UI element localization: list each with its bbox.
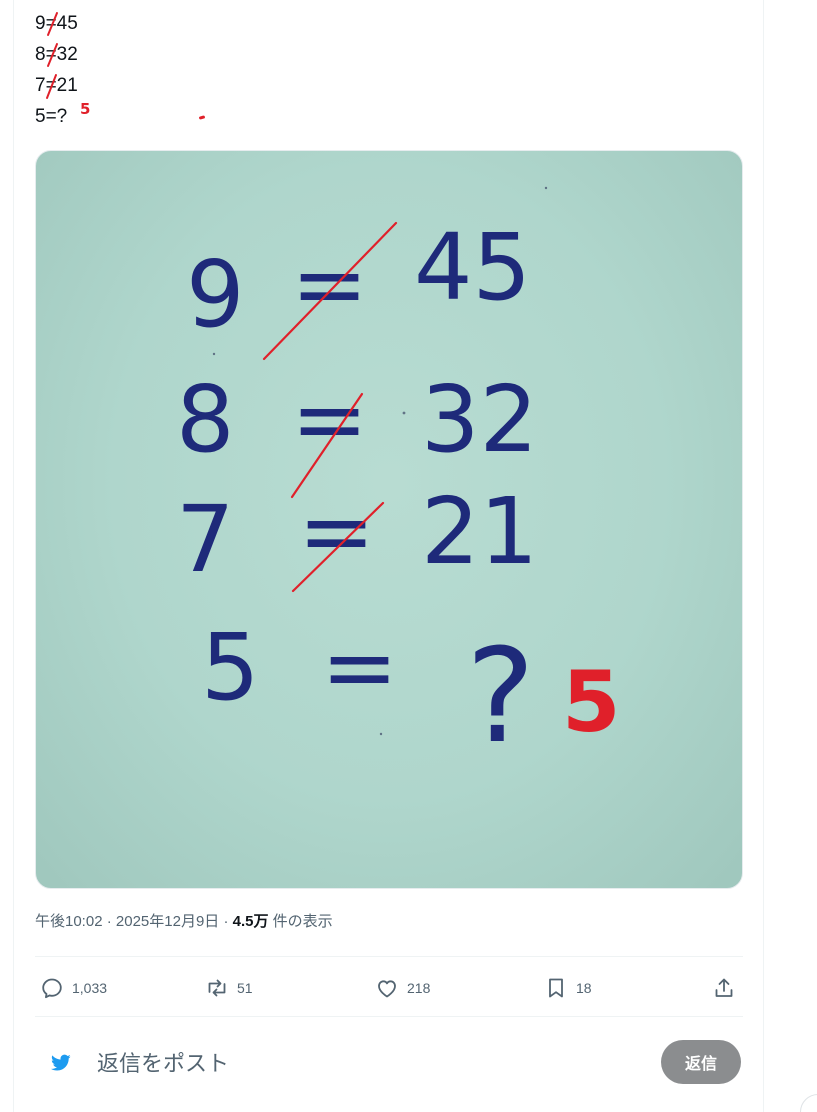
reply-composer: 返信をポスト 返信 <box>35 1030 743 1094</box>
speck <box>379 732 383 736</box>
red-strike-mark <box>47 12 58 36</box>
photo-row-3-right: 21 <box>421 478 538 585</box>
reply-button[interactable]: 1,033 <box>40 970 107 1006</box>
photo-row-3-left: 7 <box>176 486 235 593</box>
floating-action-button[interactable] <box>800 1094 817 1112</box>
repost-count: 51 <box>237 980 253 996</box>
view-count: 4.5万 <box>232 913 269 930</box>
bookmark-icon <box>549 978 563 998</box>
like-button[interactable]: 218 <box>375 970 430 1006</box>
column-border-left <box>13 0 14 1112</box>
tweet-line-3: 7=21 <box>35 70 335 101</box>
divider <box>35 956 743 957</box>
photo-row-4-right: ? <box>466 620 535 772</box>
bookmark-count: 18 <box>576 980 592 996</box>
photo-row-4-left: 5 <box>201 614 260 721</box>
photo-row-2-right: 32 <box>421 366 538 473</box>
reply-submit-button[interactable]: 返信 <box>661 1040 741 1084</box>
tweet-line-2: 8=32 <box>35 39 335 70</box>
reply-icon <box>42 978 62 999</box>
photo-row-2-left: 8 <box>176 366 235 473</box>
photo-row-1-right: 45 <box>414 214 531 321</box>
like-icon <box>378 980 396 998</box>
photo-row-3-eq: = <box>298 478 375 585</box>
red-strike-mark <box>46 74 57 99</box>
tweet-date[interactable]: 2025年12月9日 <box>116 913 219 930</box>
speck <box>402 411 406 415</box>
tweet-time[interactable]: 午後10:02 <box>35 913 103 930</box>
photo-answer: 5 <box>562 653 620 751</box>
bookmark-button[interactable]: 18 <box>544 970 592 1006</box>
like-count: 218 <box>407 980 431 996</box>
tweet-photo[interactable]: 9 = 45 8 = 32 7 = 21 5 = ? 5 <box>35 150 743 889</box>
bird-icon <box>51 1054 71 1071</box>
repost-icon <box>208 979 226 997</box>
reply-count: 1,033 <box>72 980 108 996</box>
handwritten-puzzle: 9 = 45 8 = 32 7 = 21 5 = ? 5 <box>176 186 620 772</box>
photo-row-2-eq: = <box>291 366 368 473</box>
photo-row-1-left: 9 <box>186 241 245 348</box>
photo-row-1-eq: = <box>291 231 368 338</box>
photo-row-4-eq: = <box>321 614 398 721</box>
reply-input[interactable]: 返信をポスト <box>97 1046 229 1078</box>
share-icon <box>715 978 733 997</box>
view-suffix: 件の表示 <box>268 913 333 930</box>
speck <box>544 186 548 190</box>
column-border-right <box>763 0 764 1112</box>
tweet-meta: 午後10:02 · 2025年12月9日 · 4.5万 件の表示 <box>35 913 333 930</box>
red-strike-mark <box>47 43 58 67</box>
share-button[interactable] <box>712 970 736 1006</box>
action-bar: 1,033 51 218 18 <box>35 970 743 1006</box>
divider <box>35 1016 743 1017</box>
speck <box>212 352 216 356</box>
repost-button[interactable]: 51 <box>205 970 253 1006</box>
tweet-line-1: 9=45 <box>35 8 335 39</box>
handwritten-answer: 5 <box>80 100 91 118</box>
